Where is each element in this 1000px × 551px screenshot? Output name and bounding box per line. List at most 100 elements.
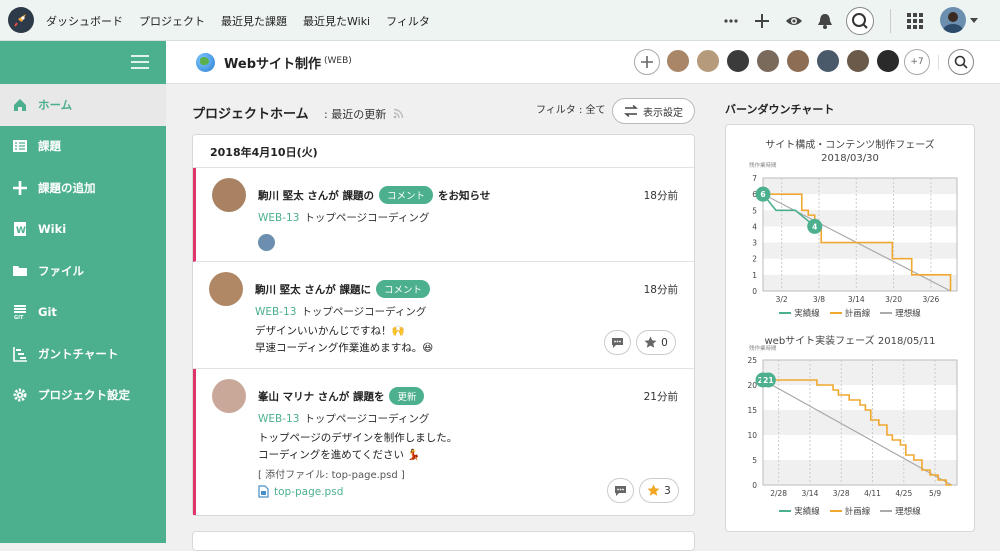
project-name[interactable]: Webサイト制作 bbox=[224, 53, 321, 72]
star-count: 3 bbox=[664, 484, 671, 497]
member-avatar[interactable] bbox=[696, 49, 720, 73]
search-button[interactable] bbox=[846, 7, 874, 35]
search-icon bbox=[954, 55, 968, 69]
sidebar-item-3[interactable]: W Wiki bbox=[0, 209, 166, 251]
comment-icon bbox=[615, 485, 626, 496]
issue-link[interactable]: WEB-13 トップページコーディング bbox=[258, 210, 429, 225]
star-button[interactable]: 0 bbox=[636, 330, 676, 355]
sidebar: ホーム課題 課題の追加 W Wiki ファイル GIT Git ガントチャートプロジェクト設定 bbox=[0, 41, 166, 543]
sidebar-item-1[interactable]: 課題 bbox=[0, 126, 166, 168]
issue-link[interactable]: WEB-13 トップページコーディング bbox=[258, 411, 429, 426]
member-avatar[interactable] bbox=[846, 49, 870, 73]
user-avatar[interactable] bbox=[940, 7, 966, 33]
data-marker-label: 6 bbox=[760, 190, 765, 199]
topnav-item[interactable]: 最近見た課題 bbox=[221, 13, 287, 29]
filter-status[interactable]: フィルタ : 全て bbox=[536, 101, 606, 116]
display-settings-label: 表示設定 bbox=[643, 107, 683, 119]
topnav-item[interactable]: フィルタ bbox=[386, 13, 430, 29]
bell-icon[interactable] bbox=[816, 12, 834, 30]
activity-suffix: をお知らせ bbox=[437, 189, 491, 202]
svg-text:GIT: GIT bbox=[14, 315, 24, 320]
y-tick-label: 1 bbox=[752, 271, 757, 280]
activity-item[interactable]: 駒川 堅太 さんが 課題に コメント 18分前 WEB-13 トップページコーディ… bbox=[193, 262, 694, 369]
plus-icon[interactable] bbox=[753, 12, 771, 30]
home-icon bbox=[12, 97, 28, 113]
avatar[interactable] bbox=[209, 272, 243, 306]
chart-plot: 0 5 10 15 20 25 残作業時間 2/28 3/14 3/28 4/11 4/25 5/9 21… bbox=[747, 344, 958, 498]
issue-key[interactable]: WEB-13 bbox=[258, 212, 299, 224]
avatar[interactable] bbox=[212, 178, 246, 212]
sidebar-item-label: ホーム bbox=[38, 97, 73, 112]
member-avatar[interactable] bbox=[726, 49, 750, 73]
reply-button[interactable] bbox=[607, 478, 634, 503]
notified-user-avatar[interactable] bbox=[258, 234, 275, 251]
activity-user: 峯山 マリナ さんが 課題を bbox=[258, 390, 385, 403]
apps-grid-icon[interactable] bbox=[906, 12, 924, 30]
issue-title[interactable]: トップページコーディング bbox=[301, 306, 426, 318]
issue-key[interactable]: WEB-13 bbox=[255, 306, 296, 318]
chevron-down-icon[interactable] bbox=[969, 17, 979, 25]
star-icon bbox=[644, 336, 657, 348]
app-logo[interactable] bbox=[8, 7, 34, 33]
more-members-button[interactable]: +7 bbox=[904, 49, 930, 75]
issue-link[interactable]: WEB-13 トップページコーディング bbox=[255, 304, 426, 319]
sidebar-item-0[interactable]: ホーム bbox=[0, 84, 166, 126]
add-member-button[interactable] bbox=[634, 49, 660, 75]
attachment-filename[interactable]: top-page.psd bbox=[274, 486, 343, 498]
chart-legend: 実績線 計画線 理想線 bbox=[726, 307, 974, 319]
sidebar-item-6[interactable]: ガントチャート bbox=[0, 333, 166, 375]
divider bbox=[938, 55, 939, 70]
member-avatar[interactable] bbox=[756, 49, 780, 73]
attachment-link[interactable]: top-page.psd bbox=[258, 485, 343, 498]
eye-icon[interactable] bbox=[785, 12, 803, 30]
more-icon[interactable] bbox=[722, 12, 740, 30]
comment-line: デザインいいかんじですね！🙌 bbox=[255, 325, 405, 337]
sidebar-item-5[interactable]: GIT Git bbox=[0, 292, 166, 334]
page-title: プロジェクトホーム bbox=[192, 107, 309, 122]
issue-title[interactable]: トップページコーディング bbox=[304, 413, 429, 425]
plot-frame bbox=[762, 177, 958, 292]
activity-item[interactable]: 駒川 堅太 さんが 課題の コメント をお知らせ 18分前 WEB-13 トップペ… bbox=[193, 168, 694, 262]
sidebar-item-2[interactable]: 課題の追加 bbox=[0, 167, 166, 209]
activity-user: 駒川 堅太 さんが 課題に bbox=[255, 283, 371, 296]
member-avatar[interactable] bbox=[666, 49, 690, 73]
comment-line: 早速コーディング作業進めますね。😆 bbox=[255, 342, 434, 354]
star-button[interactable]: 3 bbox=[639, 478, 679, 503]
rss-icon[interactable] bbox=[393, 108, 404, 119]
legend-actual: 実績線 bbox=[779, 505, 820, 517]
menu-toggle-icon[interactable] bbox=[131, 55, 149, 69]
display-settings-button[interactable]: 表示設定 bbox=[612, 98, 695, 124]
activity-badge: コメント bbox=[378, 186, 433, 204]
member-avatar[interactable] bbox=[786, 49, 810, 73]
file-icon bbox=[258, 485, 269, 498]
member-avatar[interactable] bbox=[876, 49, 900, 73]
activity-time: 18分前 bbox=[643, 284, 678, 296]
git-icon: GIT bbox=[12, 304, 28, 320]
activity-title: 駒川 堅太 さんが 課題の コメント をお知らせ bbox=[258, 186, 490, 204]
topnav-item[interactable]: 最近見たWiki bbox=[303, 13, 370, 29]
x-tick-label: 4/25 bbox=[895, 489, 912, 498]
y-tick-label: 4 bbox=[752, 222, 757, 231]
topnav-item[interactable]: プロジェクト bbox=[139, 13, 205, 29]
wiki-icon: W bbox=[12, 221, 28, 237]
activity-feed: 2018年4月10日(火) 駒川 堅太 さんが 課題の コメント をお知らせ 1… bbox=[192, 134, 695, 516]
topnav-item[interactable]: ダッシュボード bbox=[46, 13, 123, 29]
issue-title[interactable]: トップページコーディング bbox=[304, 212, 429, 224]
star-count: 0 bbox=[661, 336, 668, 349]
svg-text:W: W bbox=[16, 226, 26, 236]
avatar[interactable] bbox=[212, 379, 246, 413]
issue-key[interactable]: WEB-13 bbox=[258, 413, 299, 425]
y-tick-label: 7 bbox=[752, 174, 757, 183]
sidebar-item-label: プロジェクト設定 bbox=[38, 388, 130, 403]
member-avatar[interactable] bbox=[816, 49, 840, 73]
project-icon bbox=[196, 53, 215, 72]
project-search-button[interactable] bbox=[948, 49, 974, 75]
sidebar-item-4[interactable]: ファイル bbox=[0, 250, 166, 292]
activity-item[interactable]: 峯山 マリナ さんが 課題を 更新 21分前 WEB-13 トップページコーディン… bbox=[193, 369, 694, 515]
sidebar-header bbox=[0, 41, 166, 84]
sidebar-item-7[interactable]: プロジェクト設定 bbox=[0, 375, 166, 417]
reply-button[interactable] bbox=[604, 330, 631, 355]
activity-time: 21分前 bbox=[643, 391, 678, 403]
chart-legend: 実績線 計画線 理想線 bbox=[726, 505, 974, 517]
plus-icon bbox=[12, 180, 28, 196]
